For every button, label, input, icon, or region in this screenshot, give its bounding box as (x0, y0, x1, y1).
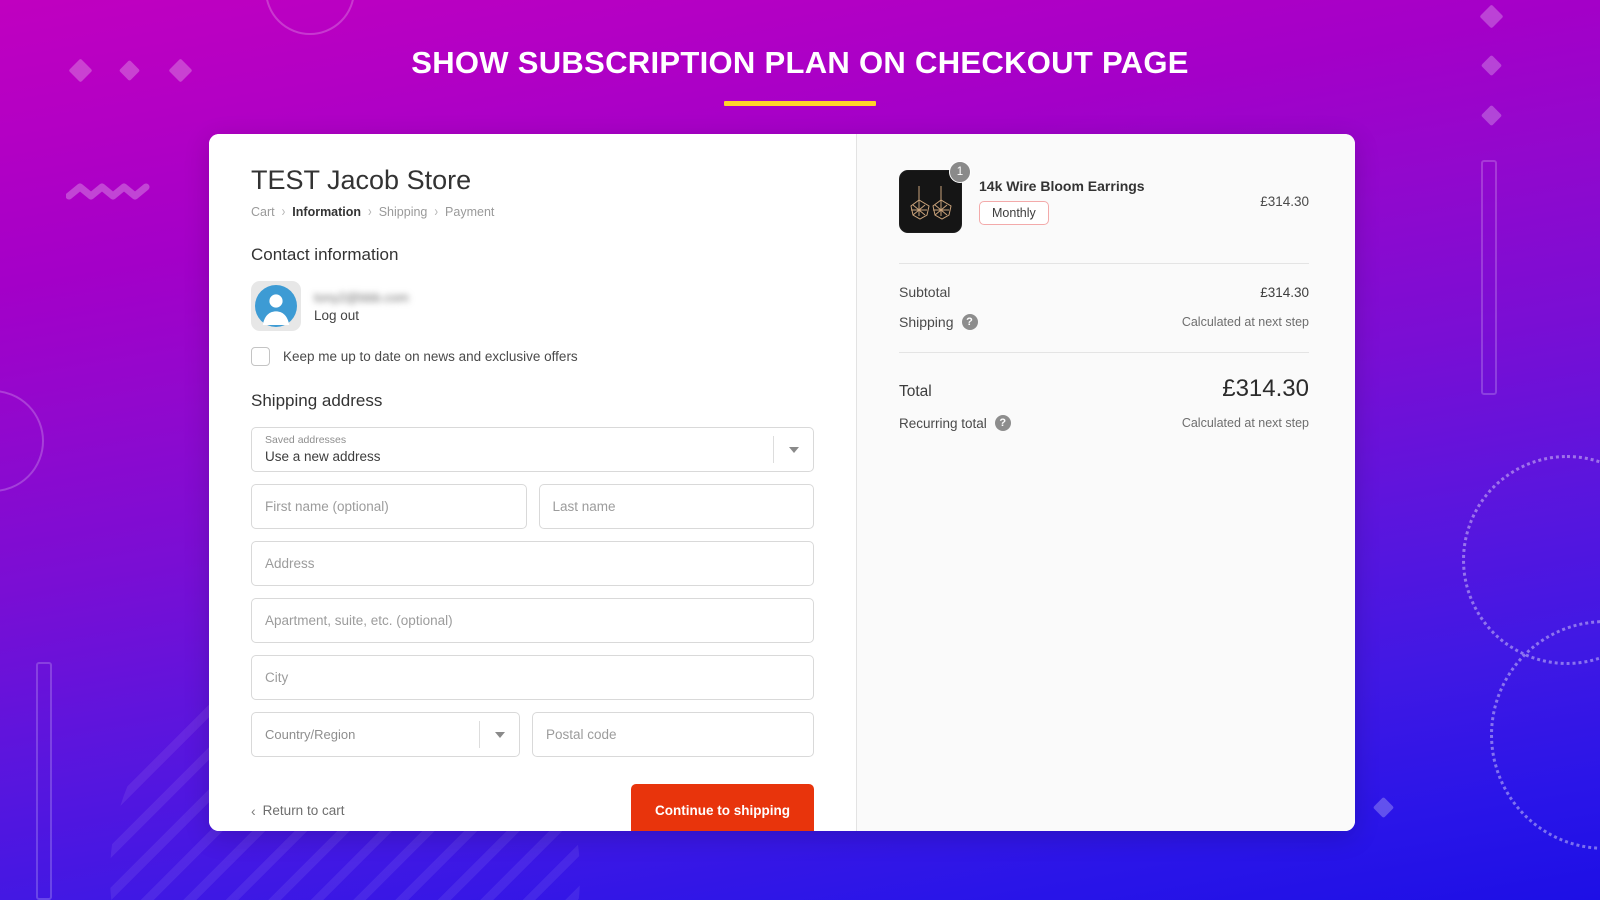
caret-glyph (788, 446, 799, 453)
chevron-right-icon: › (434, 204, 439, 221)
total-row: Total £314.30 (899, 375, 1309, 403)
chevron-right-icon: › (281, 204, 286, 221)
continue-to-shipping-button[interactable]: Continue to shipping (631, 784, 814, 831)
shipping-label: Shipping (899, 314, 954, 330)
breadcrumb-item-cart[interactable]: Cart (251, 205, 275, 219)
shipping-row: Shipping ? Calculated at next step (899, 314, 1309, 330)
deco-diamond (1372, 796, 1395, 819)
order-summary-panel: 1 14k Wire Bloom Earrings Monthly £314.3… (856, 134, 1355, 831)
postal-code-field[interactable]: Postal code (532, 712, 814, 758)
shipping-label-wrap: Shipping ? (899, 314, 978, 330)
account-text: tony2@bbb.com Log out (314, 290, 409, 323)
saved-addresses-select[interactable]: Saved addresses Use a new address (251, 427, 814, 473)
shipping-address-heading: Shipping address (251, 391, 383, 411)
country-postal-row: Country/Region Postal code (251, 712, 814, 758)
quantity-badge: 1 (949, 161, 971, 183)
checkout-card: TEST Jacob Store Cart › Information › Sh… (209, 134, 1355, 831)
title-underline (724, 101, 876, 107)
account-row: tony2@bbb.com Log out (251, 281, 814, 332)
subtotal-label: Subtotal (899, 284, 951, 300)
apartment-field[interactable]: Apartment, suite, etc. (optional) (251, 598, 814, 644)
subtotal-value: £314.30 (1260, 284, 1309, 300)
deco-circle-left (0, 390, 44, 492)
city-field[interactable]: City (251, 655, 814, 701)
caret-glyph (494, 731, 505, 738)
recurring-label-wrap: Recurring total ? (899, 415, 1011, 431)
newsletter-checkbox[interactable] (251, 347, 270, 367)
product-info: 14k Wire Bloom Earrings Monthly (979, 178, 1243, 225)
help-icon[interactable]: ? (961, 314, 978, 330)
subscription-plan-badge: Monthly (979, 201, 1049, 225)
grand-total-block: Total £314.30 Recurring total ? Calculat… (899, 353, 1309, 431)
deco-diamond (1479, 4, 1504, 29)
checkout-form-panel: TEST Jacob Store Cart › Information › Sh… (209, 134, 856, 831)
total-label: Total (899, 383, 932, 400)
breadcrumb-item-information[interactable]: Information (292, 205, 361, 219)
country-region-select[interactable]: Country/Region (251, 712, 520, 758)
product-thumbnail-wrap: 1 (899, 161, 971, 233)
deco-diamond (1480, 104, 1503, 127)
first-name-field[interactable]: First name (optional) (251, 484, 527, 530)
newsletter-label: Keep me up to date on news and exclusive… (283, 349, 578, 365)
deco-tall-rect-right (1481, 160, 1497, 395)
chevron-left-icon: ‹ (251, 802, 256, 819)
page-title: SHOW SUBSCRIPTION PLAN ON CHECKOUT PAGE (411, 45, 1189, 80)
deco-circle-top (265, 0, 355, 35)
return-to-cart-link[interactable]: ‹ Return to cart (251, 803, 344, 819)
contact-information-heading: Contact information (251, 245, 399, 265)
form-actions: ‹ Return to cart Continue to shipping (251, 784, 814, 831)
page-header: SHOW SUBSCRIPTION PLAN ON CHECKOUT PAGE (0, 44, 1600, 107)
saved-addresses-stack: Saved addresses Use a new address (265, 434, 381, 465)
recurring-total-label: Recurring total (899, 415, 987, 431)
subtotal-row: Subtotal £314.30 (899, 284, 1309, 300)
breadcrumb-item-shipping[interactable]: Shipping (379, 205, 428, 219)
last-name-field[interactable]: Last name (538, 484, 814, 530)
saved-addresses-label: Saved addresses (265, 434, 347, 447)
chevron-right-icon: › (368, 204, 372, 221)
store-name: TEST Jacob Store (251, 165, 472, 195)
user-avatar-icon (251, 281, 301, 332)
address-field[interactable]: Address (251, 541, 814, 587)
logout-link[interactable]: Log out (314, 308, 409, 323)
name-field-row: First name (optional) Last name (251, 484, 814, 530)
breadcrumb-item-payment[interactable]: Payment (445, 205, 494, 219)
product-title: 14k Wire Bloom Earrings (979, 178, 1145, 194)
chevron-down-icon[interactable] (773, 436, 813, 464)
deco-tall-rect-left (36, 662, 52, 900)
deco-dotted-circle-right (1462, 455, 1600, 665)
newsletter-row[interactable]: Keep me up to date on news and exclusive… (251, 347, 814, 367)
help-icon[interactable]: ? (994, 415, 1011, 431)
deco-zigzag (66, 183, 150, 200)
saved-addresses-value: Use a new address (265, 448, 381, 464)
account-email: tony2@bbb.com (314, 289, 409, 305)
breadcrumb: Cart › Information › Shipping › Payment (251, 204, 814, 221)
total-value: £314.30 (1222, 375, 1309, 402)
recurring-total-row: Recurring total ? Calculated at next ste… (899, 415, 1309, 431)
summary-totals: Subtotal £314.30 Shipping ? Calculated a… (899, 264, 1309, 352)
deco-dotted-circle-right-lower (1490, 620, 1600, 850)
product-price: £314.30 (1260, 194, 1309, 209)
order-line-item: 1 14k Wire Bloom Earrings Monthly £314.3… (899, 161, 1309, 263)
shipping-value: Calculated at next step (1181, 315, 1309, 329)
country-region-placeholder: Country/Region (265, 727, 356, 743)
chevron-down-icon[interactable] (479, 721, 519, 749)
return-to-cart-label: Return to cart (262, 803, 345, 819)
recurring-total-value: Calculated at next step (1181, 416, 1309, 430)
